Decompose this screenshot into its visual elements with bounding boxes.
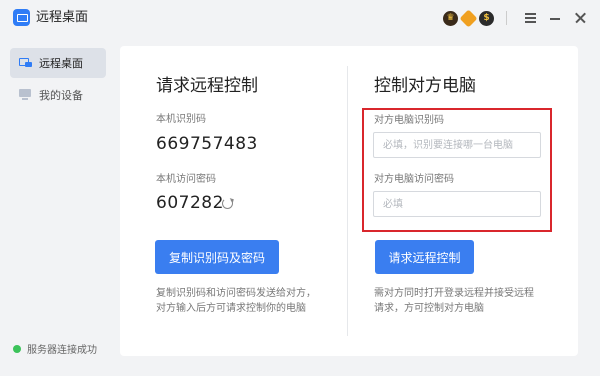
panel-divider — [347, 66, 348, 336]
remote-desktop-icon — [19, 57, 33, 69]
title-bar-controls: ♛ $ — [443, 8, 592, 28]
copy-id-password-button[interactable]: 复制识别码及密码 — [155, 240, 279, 274]
local-id-value: 669757483 — [156, 134, 258, 154]
minimize-icon[interactable] — [545, 8, 567, 28]
server-status: 服务器连接成功 — [13, 341, 97, 356]
coin-icon[interactable]: $ — [479, 10, 494, 26]
hexagon-badge-icon[interactable] — [459, 8, 478, 28]
app-logo-icon — [13, 9, 30, 26]
control-hint-line1: 需对方同时打开登录远程并接受远程 — [374, 288, 534, 299]
app-title: 远程桌面 — [36, 10, 89, 25]
highlight-box — [362, 108, 552, 232]
refresh-icon[interactable] — [222, 198, 233, 209]
server-status-text: 服务器连接成功 — [27, 345, 97, 356]
local-password-value: 607282 — [156, 193, 224, 213]
menu-icon[interactable] — [520, 8, 542, 28]
request-remote-control-button[interactable]: 请求远程控制 — [375, 240, 474, 274]
sidebar: 远程桌面 我的设备 — [0, 36, 118, 376]
vip-crown-icon[interactable]: ♛ — [443, 10, 458, 26]
status-dot-icon — [13, 344, 21, 353]
control-hint-line2: 请求，方可控制对方电脑 — [374, 303, 484, 314]
sidebar-item-remote-desktop[interactable]: 远程桌面 — [10, 48, 106, 78]
sidebar-item-label: 我的设备 — [39, 89, 83, 102]
request-hint-line1: 复制识别码和访问密码发送给对方， — [156, 288, 316, 299]
local-id-label: 本机识别码 — [156, 114, 206, 125]
local-password-label: 本机访问密码 — [156, 174, 216, 185]
title-bar: 远程桌面 ♛ $ — [0, 0, 600, 36]
request-title: 请求远程控制 — [156, 76, 258, 96]
request-hint-line2: 对方输入后方可请求控制你的电脑 — [156, 303, 306, 314]
sidebar-item-label: 远程桌面 — [39, 57, 83, 70]
sidebar-item-my-devices[interactable]: 我的设备 — [10, 80, 106, 110]
device-monitor-icon — [19, 89, 33, 101]
control-title: 控制对方电脑 — [374, 76, 476, 96]
close-icon[interactable] — [570, 8, 592, 28]
title-bar-separator — [506, 11, 507, 25]
